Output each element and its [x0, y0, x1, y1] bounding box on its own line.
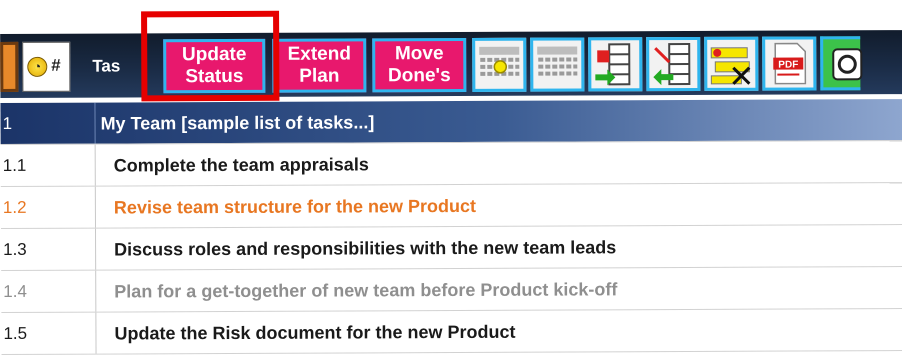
row-number: 1.2	[1, 187, 96, 228]
update-status-highlight-box	[141, 11, 279, 102]
task-row[interactable]: 1.1 Complete the team appraisals	[1, 141, 902, 187]
row-number: 1	[0, 103, 95, 144]
task-row[interactable]: 1.3 Discuss roles and responsibilities w…	[1, 225, 902, 271]
task-list-window: ◔ # Tas Update Status Extend Plan Move D…	[0, 0, 902, 333]
row-number: 1.5	[1, 313, 96, 354]
task-title: Complete the team appraisals	[114, 143, 369, 185]
row-selector-header[interactable]	[0, 42, 18, 92]
calendar-today-icon[interactable]	[472, 38, 526, 92]
task-title: Update the Risk document for the new Pro…	[114, 311, 515, 354]
row-number: 1.3	[1, 229, 96, 270]
calendar-week-icon[interactable]	[530, 37, 584, 91]
clear-highlight-icon[interactable]	[704, 37, 758, 91]
pdf-icon-label: PDF	[778, 60, 798, 71]
task-row[interactable]: 1.2 Revise team structure for the new Pr…	[1, 183, 902, 229]
group-title: My Team [sample list of tasks...]	[100, 101, 374, 143]
export-list-icon[interactable]	[646, 37, 700, 91]
row-number: 1.1	[1, 145, 96, 186]
task-row[interactable]: 1.4 Plan for a get-together of new team …	[1, 267, 902, 313]
task-row[interactable]: 1.5 Update the Risk document for the new…	[1, 309, 902, 355]
move-dones-label-2: Done's	[375, 65, 463, 87]
move-dones-button[interactable]: Move Done's	[372, 38, 466, 92]
extend-plan-label-2: Plan	[275, 65, 363, 87]
row-number: 1.4	[1, 271, 96, 312]
move-dones-label-1: Move	[375, 43, 463, 65]
extend-plan-label-1: Extend	[275, 43, 363, 65]
group-row[interactable]: 1 My Team [sample list of tasks...]	[0, 99, 902, 145]
import-list-icon[interactable]	[588, 37, 642, 91]
task-title: Revise team structure for the new Produc…	[114, 185, 476, 228]
number-column-symbol: #	[51, 56, 61, 76]
status-column-header[interactable]: ◔ #	[22, 42, 70, 92]
pdf-icon[interactable]: PDF	[762, 36, 816, 90]
extend-plan-button[interactable]: Extend Plan	[272, 38, 366, 92]
clock-icon: ◔	[27, 57, 47, 77]
task-title: Discuss roles and responsibilities with …	[114, 226, 616, 269]
task-title: Plan for a get-together of new team befo…	[114, 268, 617, 311]
toolbar: ◔ # Tas Update Status Extend Plan Move D…	[0, 30, 902, 98]
timer-icon[interactable]	[820, 36, 860, 90]
